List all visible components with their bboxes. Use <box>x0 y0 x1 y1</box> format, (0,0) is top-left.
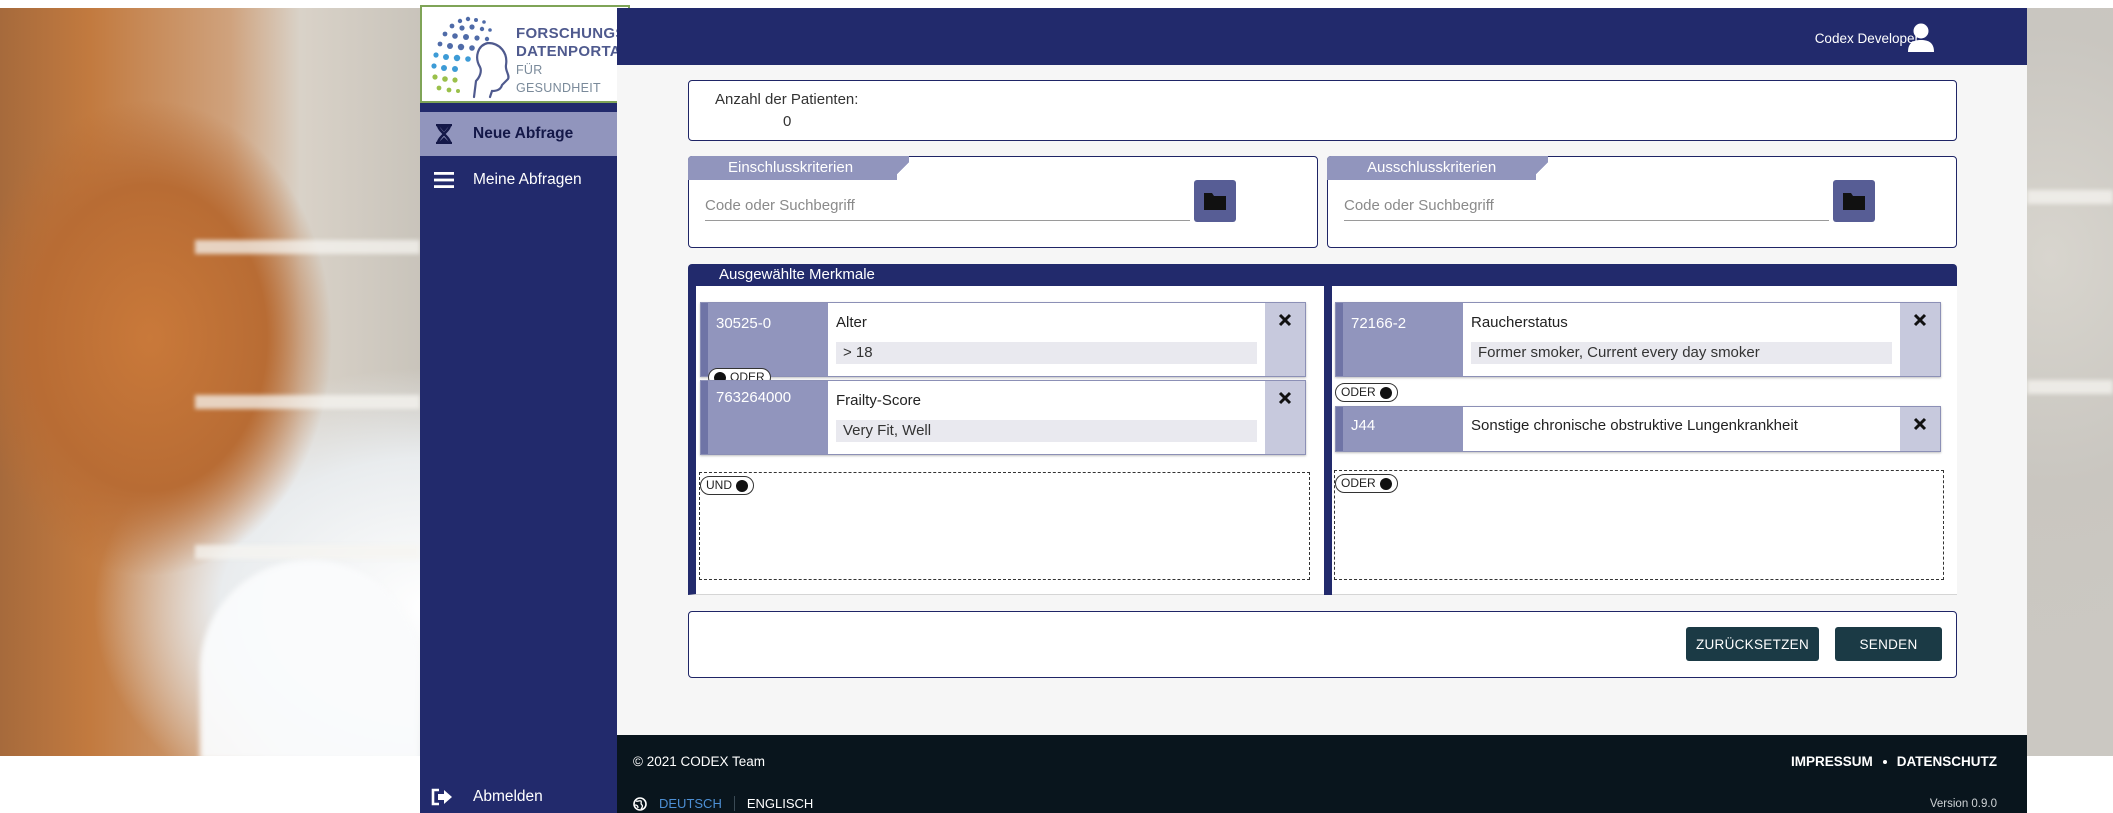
feature-code: 30525-0 <box>708 303 828 376</box>
exclusion-or-toggle[interactable]: ODER <box>1335 383 1398 402</box>
impressum-link[interactable]: IMPRESSUM <box>1791 754 1873 769</box>
feature-code: 72166-2 <box>1343 303 1463 376</box>
toggle-label: ODER <box>1341 476 1376 490</box>
feature-value[interactable]: > 18 <box>836 342 1257 364</box>
feature-body: Frailty-Score Very Fit, Well <box>828 381 1265 454</box>
datenschutz-link[interactable]: DATENSCHUTZ <box>1897 754 1997 769</box>
globe-icon <box>633 796 647 811</box>
feature-body: Sonstige chronische obstruktive Lungenkr… <box>1463 407 1900 451</box>
feature-name: Sonstige chronische obstruktive Lungenkr… <box>1471 417 1798 434</box>
selected-features-divider <box>1324 286 1332 595</box>
footer: © 2021 CODEX Team IMPRESSUM DATENSCHUTZ … <box>617 735 2027 813</box>
sidebar-item-neue-abfrage[interactable]: Neue Abfrage <box>420 112 617 156</box>
close-icon <box>1913 417 1927 431</box>
inclusion-criteria-card: Einschlusskriterien <box>688 156 1318 248</box>
feature-bar <box>1336 303 1343 376</box>
toggle-knob <box>1379 477 1392 490</box>
remove-feature-button[interactable] <box>1900 303 1940 376</box>
language-switcher: DEUTSCH ENGLISCH <box>633 796 813 811</box>
hourglass-icon <box>433 123 455 145</box>
inclusion-feature-item[interactable]: 763264000 Frailty-Score Very Fit, Well <box>700 380 1306 455</box>
inclusion-drop-zone[interactable] <box>699 472 1310 580</box>
user-icon[interactable] <box>1907 23 1935 53</box>
exclusion-feature-item[interactable]: J44 Sonstige chronische obstruktive Lung… <box>1335 406 1941 452</box>
feature-body: Alter > 18 <box>828 303 1265 376</box>
feature-bar <box>701 381 708 454</box>
logout-button[interactable]: Abmelden <box>420 780 617 813</box>
selected-features-title: Ausgewählte Merkmale <box>688 264 1957 286</box>
actions-card: ZURÜCKSETZEN SENDEN <box>688 611 1957 678</box>
selected-features-title-text: Ausgewählte Merkmale <box>719 266 875 283</box>
background-shelf <box>195 545 420 559</box>
folder-icon <box>1204 193 1226 210</box>
sidebar-item-label: Neue Abfrage <box>473 125 574 142</box>
close-icon <box>1278 391 1292 405</box>
remove-feature-button[interactable] <box>1265 381 1305 454</box>
background-shelf <box>195 240 420 254</box>
reset-button[interactable]: ZURÜCKSETZEN <box>1686 627 1819 661</box>
logo-text: FORSCHUNGS- DATENPORTAL FÜR GESUNDHEIT <box>516 25 631 97</box>
logout-label: Abmelden <box>473 787 543 805</box>
feature-value[interactable]: Very Fit, Well <box>836 420 1257 442</box>
feature-bar <box>1336 407 1343 451</box>
logo-dots-icon <box>431 16 510 99</box>
remove-feature-button[interactable] <box>1900 407 1940 451</box>
sidebar-item-meine-abfragen[interactable]: Meine Abfragen <box>420 158 617 202</box>
feature-bar <box>701 303 708 376</box>
exclusion-drop-zone[interactable] <box>1334 470 1944 580</box>
inclusion-criteria-title: Einschlusskriterien <box>688 156 909 180</box>
feature-name: Alter <box>836 314 867 331</box>
feature-name: Frailty-Score <box>836 392 922 409</box>
exclusion-criteria-card: Ausschlusskriterien <box>1327 156 1957 248</box>
version-label: Version 0.9.0 <box>1929 798 1997 810</box>
inclusion-criteria-title-text: Einschlusskriterien <box>728 159 854 176</box>
menu-icon <box>433 169 455 191</box>
exclusion-catalog-button[interactable] <box>1833 180 1875 222</box>
logo-line-2: DATENPORTAL <box>516 43 631 60</box>
inclusion-catalog-button[interactable] <box>1194 180 1236 222</box>
link-separator <box>1882 759 1887 764</box>
close-icon <box>1278 313 1292 327</box>
patient-count-value: 0 <box>783 113 792 130</box>
logo-line-3: FÜR GESUNDHEIT <box>516 63 601 95</box>
exclusion-criteria-title-text: Ausschlusskriterien <box>1367 159 1497 176</box>
send-button-label: SENDEN <box>1859 636 1918 652</box>
feature-name: Raucherstatus <box>1471 314 1568 331</box>
patient-count-card: Anzahl der Patienten: 0 <box>688 80 1957 141</box>
close-icon <box>1913 313 1927 327</box>
user-name[interactable]: Codex Developer <box>1815 31 1919 46</box>
exclusion-search-input[interactable] <box>1344 191 1829 221</box>
background-shelf <box>195 395 420 409</box>
inclusion-search-input[interactable] <box>705 191 1190 221</box>
inclusion-and-toggle[interactable]: UND <box>700 476 754 495</box>
toggle-knob <box>1379 386 1392 399</box>
toggle-label: ODER <box>1341 385 1376 399</box>
reset-button-label: ZURÜCKSETZEN <box>1695 636 1810 652</box>
exclusion-feature-item[interactable]: 72166-2 Raucherstatus Former smoker, Cur… <box>1335 302 1941 377</box>
exclusion-criteria-title: Ausschlusskriterien <box>1327 156 1548 180</box>
logout-icon <box>431 788 453 806</box>
folder-icon <box>1843 193 1865 210</box>
logo-line-1: FORSCHUNGS- <box>516 25 631 42</box>
language-german[interactable]: DEUTSCH <box>659 796 735 811</box>
copyright: © 2021 CODEX Team <box>633 754 766 769</box>
logo[interactable]: FORSCHUNGS- DATENPORTAL FÜR GESUNDHEIT <box>420 5 631 103</box>
toggle-knob <box>736 479 748 492</box>
background-shelf <box>2027 190 2113 204</box>
feature-body: Raucherstatus Former smoker, Current eve… <box>1463 303 1900 376</box>
remove-feature-button[interactable] <box>1265 303 1305 376</box>
inclusion-feature-item[interactable]: 30525-0 Alter > 18 <box>700 302 1306 377</box>
exclusion-or-toggle-2[interactable]: ODER <box>1335 474 1398 493</box>
top-bar: Codex Developer <box>617 8 2027 65</box>
background-shelf <box>2027 380 2113 394</box>
sidebar-item-label: Meine Abfragen <box>473 171 582 188</box>
patient-count-label: Anzahl der Patienten: <box>715 91 859 108</box>
send-button[interactable]: SENDEN <box>1835 627 1942 661</box>
toggle-label: UND <box>706 478 732 492</box>
feature-value[interactable]: Former smoker, Current every day smoker <box>1471 342 1892 364</box>
feature-code: J44 <box>1343 407 1463 451</box>
language-english[interactable]: ENGLISCH <box>747 796 813 811</box>
feature-code: 763264000 <box>708 381 828 454</box>
footer-links: IMPRESSUM DATENSCHUTZ <box>1791 754 1997 769</box>
